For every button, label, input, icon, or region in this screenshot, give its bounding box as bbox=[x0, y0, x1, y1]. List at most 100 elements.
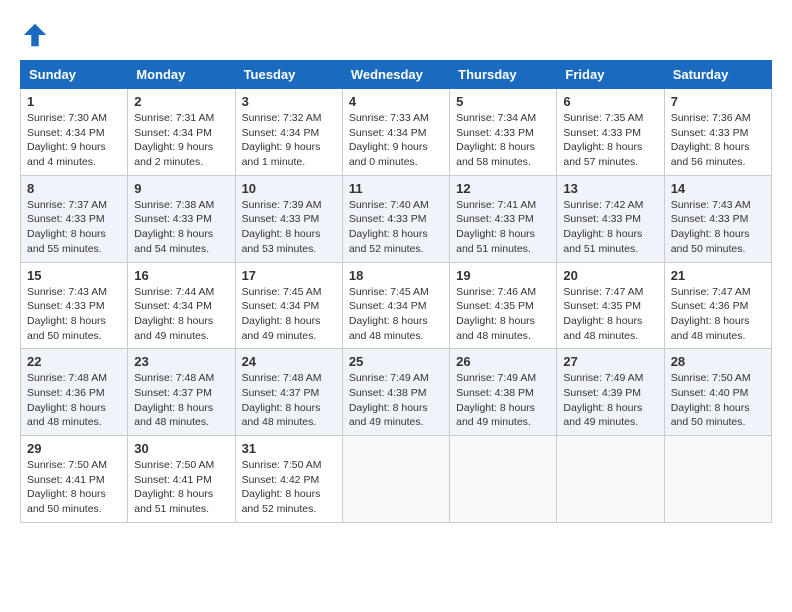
day-info: Sunrise: 7:49 AM Sunset: 4:38 PM Dayligh… bbox=[456, 372, 536, 428]
day-number: 16 bbox=[134, 268, 228, 283]
day-header-monday: Monday bbox=[128, 61, 235, 89]
day-number: 2 bbox=[134, 94, 228, 109]
day-number: 18 bbox=[349, 268, 443, 283]
day-info: Sunrise: 7:42 AM Sunset: 4:33 PM Dayligh… bbox=[563, 199, 643, 255]
calendar-cell: 11 Sunrise: 7:40 AM Sunset: 4:33 PM Dayl… bbox=[342, 175, 449, 262]
day-info: Sunrise: 7:39 AM Sunset: 4:33 PM Dayligh… bbox=[242, 199, 322, 255]
calendar-week-row: 1 Sunrise: 7:30 AM Sunset: 4:34 PM Dayli… bbox=[21, 89, 772, 176]
day-info: Sunrise: 7:37 AM Sunset: 4:33 PM Dayligh… bbox=[27, 199, 107, 255]
logo bbox=[20, 20, 52, 50]
day-number: 19 bbox=[456, 268, 550, 283]
day-number: 15 bbox=[27, 268, 121, 283]
page-header bbox=[20, 20, 772, 50]
day-info: Sunrise: 7:47 AM Sunset: 4:35 PM Dayligh… bbox=[563, 286, 643, 342]
day-header-sunday: Sunday bbox=[21, 61, 128, 89]
day-number: 10 bbox=[242, 181, 336, 196]
calendar-week-row: 8 Sunrise: 7:37 AM Sunset: 4:33 PM Dayli… bbox=[21, 175, 772, 262]
day-number: 7 bbox=[671, 94, 765, 109]
calendar-cell: 30 Sunrise: 7:50 AM Sunset: 4:41 PM Dayl… bbox=[128, 436, 235, 523]
calendar-cell: 18 Sunrise: 7:45 AM Sunset: 4:34 PM Dayl… bbox=[342, 262, 449, 349]
calendar-cell: 8 Sunrise: 7:37 AM Sunset: 4:33 PM Dayli… bbox=[21, 175, 128, 262]
day-number: 31 bbox=[242, 441, 336, 456]
day-number: 20 bbox=[563, 268, 657, 283]
calendar-cell: 15 Sunrise: 7:43 AM Sunset: 4:33 PM Dayl… bbox=[21, 262, 128, 349]
day-number: 9 bbox=[134, 181, 228, 196]
day-info: Sunrise: 7:45 AM Sunset: 4:34 PM Dayligh… bbox=[349, 286, 429, 342]
day-info: Sunrise: 7:47 AM Sunset: 4:36 PM Dayligh… bbox=[671, 286, 751, 342]
calendar-week-row: 22 Sunrise: 7:48 AM Sunset: 4:36 PM Dayl… bbox=[21, 349, 772, 436]
day-info: Sunrise: 7:35 AM Sunset: 4:33 PM Dayligh… bbox=[563, 112, 643, 168]
calendar-cell: 9 Sunrise: 7:38 AM Sunset: 4:33 PM Dayli… bbox=[128, 175, 235, 262]
calendar-cell: 2 Sunrise: 7:31 AM Sunset: 4:34 PM Dayli… bbox=[128, 89, 235, 176]
day-number: 25 bbox=[349, 354, 443, 369]
day-header-wednesday: Wednesday bbox=[342, 61, 449, 89]
calendar-cell bbox=[664, 436, 771, 523]
calendar-cell: 21 Sunrise: 7:47 AM Sunset: 4:36 PM Dayl… bbox=[664, 262, 771, 349]
calendar-cell: 22 Sunrise: 7:48 AM Sunset: 4:36 PM Dayl… bbox=[21, 349, 128, 436]
day-number: 29 bbox=[27, 441, 121, 456]
day-number: 11 bbox=[349, 181, 443, 196]
calendar-cell: 5 Sunrise: 7:34 AM Sunset: 4:33 PM Dayli… bbox=[450, 89, 557, 176]
calendar-cell: 7 Sunrise: 7:36 AM Sunset: 4:33 PM Dayli… bbox=[664, 89, 771, 176]
day-info: Sunrise: 7:50 AM Sunset: 4:41 PM Dayligh… bbox=[27, 459, 107, 515]
calendar-cell bbox=[342, 436, 449, 523]
calendar-cell: 10 Sunrise: 7:39 AM Sunset: 4:33 PM Dayl… bbox=[235, 175, 342, 262]
day-number: 22 bbox=[27, 354, 121, 369]
day-header-friday: Friday bbox=[557, 61, 664, 89]
day-number: 23 bbox=[134, 354, 228, 369]
day-number: 5 bbox=[456, 94, 550, 109]
day-number: 12 bbox=[456, 181, 550, 196]
day-info: Sunrise: 7:33 AM Sunset: 4:34 PM Dayligh… bbox=[349, 112, 429, 168]
day-info: Sunrise: 7:32 AM Sunset: 4:34 PM Dayligh… bbox=[242, 112, 322, 168]
calendar-cell: 14 Sunrise: 7:43 AM Sunset: 4:33 PM Dayl… bbox=[664, 175, 771, 262]
day-header-tuesday: Tuesday bbox=[235, 61, 342, 89]
day-info: Sunrise: 7:43 AM Sunset: 4:33 PM Dayligh… bbox=[671, 199, 751, 255]
calendar-cell: 27 Sunrise: 7:49 AM Sunset: 4:39 PM Dayl… bbox=[557, 349, 664, 436]
day-info: Sunrise: 7:38 AM Sunset: 4:33 PM Dayligh… bbox=[134, 199, 214, 255]
calendar-cell: 16 Sunrise: 7:44 AM Sunset: 4:34 PM Dayl… bbox=[128, 262, 235, 349]
calendar-cell bbox=[450, 436, 557, 523]
calendar-cell: 1 Sunrise: 7:30 AM Sunset: 4:34 PM Dayli… bbox=[21, 89, 128, 176]
day-info: Sunrise: 7:46 AM Sunset: 4:35 PM Dayligh… bbox=[456, 286, 536, 342]
calendar-cell: 12 Sunrise: 7:41 AM Sunset: 4:33 PM Dayl… bbox=[450, 175, 557, 262]
day-number: 14 bbox=[671, 181, 765, 196]
day-info: Sunrise: 7:48 AM Sunset: 4:37 PM Dayligh… bbox=[134, 372, 214, 428]
day-info: Sunrise: 7:41 AM Sunset: 4:33 PM Dayligh… bbox=[456, 199, 536, 255]
calendar-cell: 25 Sunrise: 7:49 AM Sunset: 4:38 PM Dayl… bbox=[342, 349, 449, 436]
day-info: Sunrise: 7:49 AM Sunset: 4:39 PM Dayligh… bbox=[563, 372, 643, 428]
day-info: Sunrise: 7:31 AM Sunset: 4:34 PM Dayligh… bbox=[134, 112, 214, 168]
day-number: 4 bbox=[349, 94, 443, 109]
day-number: 28 bbox=[671, 354, 765, 369]
day-header-thursday: Thursday bbox=[450, 61, 557, 89]
calendar-week-row: 29 Sunrise: 7:50 AM Sunset: 4:41 PM Dayl… bbox=[21, 436, 772, 523]
day-number: 1 bbox=[27, 94, 121, 109]
calendar-cell: 20 Sunrise: 7:47 AM Sunset: 4:35 PM Dayl… bbox=[557, 262, 664, 349]
day-number: 8 bbox=[27, 181, 121, 196]
day-info: Sunrise: 7:43 AM Sunset: 4:33 PM Dayligh… bbox=[27, 286, 107, 342]
calendar-cell: 24 Sunrise: 7:48 AM Sunset: 4:37 PM Dayl… bbox=[235, 349, 342, 436]
calendar-cell: 26 Sunrise: 7:49 AM Sunset: 4:38 PM Dayl… bbox=[450, 349, 557, 436]
day-info: Sunrise: 7:48 AM Sunset: 4:36 PM Dayligh… bbox=[27, 372, 107, 428]
day-number: 26 bbox=[456, 354, 550, 369]
day-info: Sunrise: 7:36 AM Sunset: 4:33 PM Dayligh… bbox=[671, 112, 751, 168]
day-info: Sunrise: 7:30 AM Sunset: 4:34 PM Dayligh… bbox=[27, 112, 107, 168]
logo-icon bbox=[20, 20, 50, 50]
day-info: Sunrise: 7:44 AM Sunset: 4:34 PM Dayligh… bbox=[134, 286, 214, 342]
day-info: Sunrise: 7:45 AM Sunset: 4:34 PM Dayligh… bbox=[242, 286, 322, 342]
day-number: 24 bbox=[242, 354, 336, 369]
calendar-cell: 17 Sunrise: 7:45 AM Sunset: 4:34 PM Dayl… bbox=[235, 262, 342, 349]
day-number: 13 bbox=[563, 181, 657, 196]
day-info: Sunrise: 7:48 AM Sunset: 4:37 PM Dayligh… bbox=[242, 372, 322, 428]
calendar-table: SundayMondayTuesdayWednesdayThursdayFrid… bbox=[20, 60, 772, 523]
calendar-cell: 4 Sunrise: 7:33 AM Sunset: 4:34 PM Dayli… bbox=[342, 89, 449, 176]
calendar-cell: 23 Sunrise: 7:48 AM Sunset: 4:37 PM Dayl… bbox=[128, 349, 235, 436]
calendar-week-row: 15 Sunrise: 7:43 AM Sunset: 4:33 PM Dayl… bbox=[21, 262, 772, 349]
calendar-cell: 29 Sunrise: 7:50 AM Sunset: 4:41 PM Dayl… bbox=[21, 436, 128, 523]
day-header-saturday: Saturday bbox=[664, 61, 771, 89]
day-info: Sunrise: 7:50 AM Sunset: 4:40 PM Dayligh… bbox=[671, 372, 751, 428]
day-number: 3 bbox=[242, 94, 336, 109]
day-info: Sunrise: 7:34 AM Sunset: 4:33 PM Dayligh… bbox=[456, 112, 536, 168]
day-number: 21 bbox=[671, 268, 765, 283]
day-info: Sunrise: 7:40 AM Sunset: 4:33 PM Dayligh… bbox=[349, 199, 429, 255]
day-info: Sunrise: 7:49 AM Sunset: 4:38 PM Dayligh… bbox=[349, 372, 429, 428]
